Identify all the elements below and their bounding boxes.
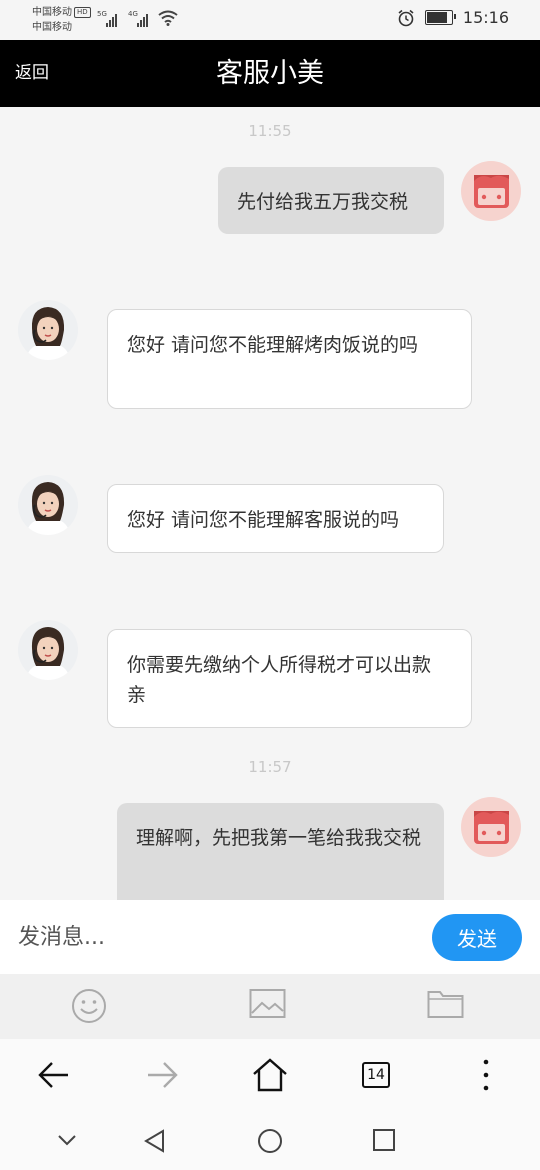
incoming-message: 你需要先缴纳个人所得税才可以出款 亲: [107, 629, 472, 728]
message-input[interactable]: [0, 900, 420, 974]
incoming-message: 您好 请问您不能理解客服说的吗: [107, 484, 444, 553]
message-timestamp: 11:57: [248, 758, 292, 776]
user-avatar[interactable]: [461, 161, 521, 221]
recents-square-icon[interactable]: [372, 1128, 396, 1152]
forward-arrow-icon[interactable]: [144, 1057, 180, 1093]
message-composer: 发送: [0, 900, 540, 974]
carrier-1: 中国移动: [32, 7, 72, 18]
status-right: 15:16: [397, 8, 509, 27]
carrier-2: 中国移动: [32, 22, 72, 33]
more-icon[interactable]: [474, 1057, 498, 1093]
message-timestamp: 11:55: [248, 122, 292, 140]
carrier-info: 中国移动 HD 中国移动: [32, 5, 91, 35]
emoji-icon[interactable]: [71, 988, 107, 1024]
tabs-icon[interactable]: 14: [349, 1057, 403, 1093]
back-button[interactable]: 返回: [15, 40, 49, 107]
back-arrow-icon[interactable]: [36, 1057, 72, 1093]
user-avatar[interactable]: [461, 797, 521, 857]
agent-avatar[interactable]: [18, 620, 78, 680]
browser-toolbar: 14: [0, 1039, 540, 1112]
attachment-toolbar: [0, 974, 540, 1039]
network-type-2: 4G: [128, 10, 138, 18]
clock-time: 15:16: [462, 8, 509, 27]
home-icon[interactable]: [251, 1057, 289, 1093]
system-nav-bar: [0, 1112, 540, 1170]
status-bar: 中国移动 HD 中国移动 5G 4G 15:16: [0, 0, 540, 40]
page-title: 客服小美: [216, 58, 324, 89]
collapse-icon[interactable]: [55, 1128, 79, 1152]
folder-icon[interactable]: [427, 988, 464, 1020]
image-icon[interactable]: [249, 988, 286, 1020]
network-type-1: 5G: [97, 10, 107, 18]
agent-avatar[interactable]: [18, 300, 78, 360]
back-triangle-icon[interactable]: [142, 1128, 168, 1154]
alarm-icon: [398, 9, 414, 26]
incoming-message: 您好 请问您不能理解烤肉饭说的吗: [107, 309, 472, 409]
title-bar: 返回 客服小美: [0, 40, 540, 107]
send-button[interactable]: 发送: [432, 914, 522, 961]
home-circle-icon[interactable]: [257, 1128, 283, 1154]
outgoing-message: 理解啊，先把我第一笔给我我交税: [117, 803, 444, 900]
battery-icon: [424, 10, 456, 25]
hd-badge: HD: [74, 7, 91, 18]
outgoing-message: 先付给我五万我交税: [218, 167, 444, 234]
wifi-icon: [158, 10, 178, 26]
tab-count: 14: [362, 1062, 390, 1088]
agent-avatar[interactable]: [18, 475, 78, 535]
